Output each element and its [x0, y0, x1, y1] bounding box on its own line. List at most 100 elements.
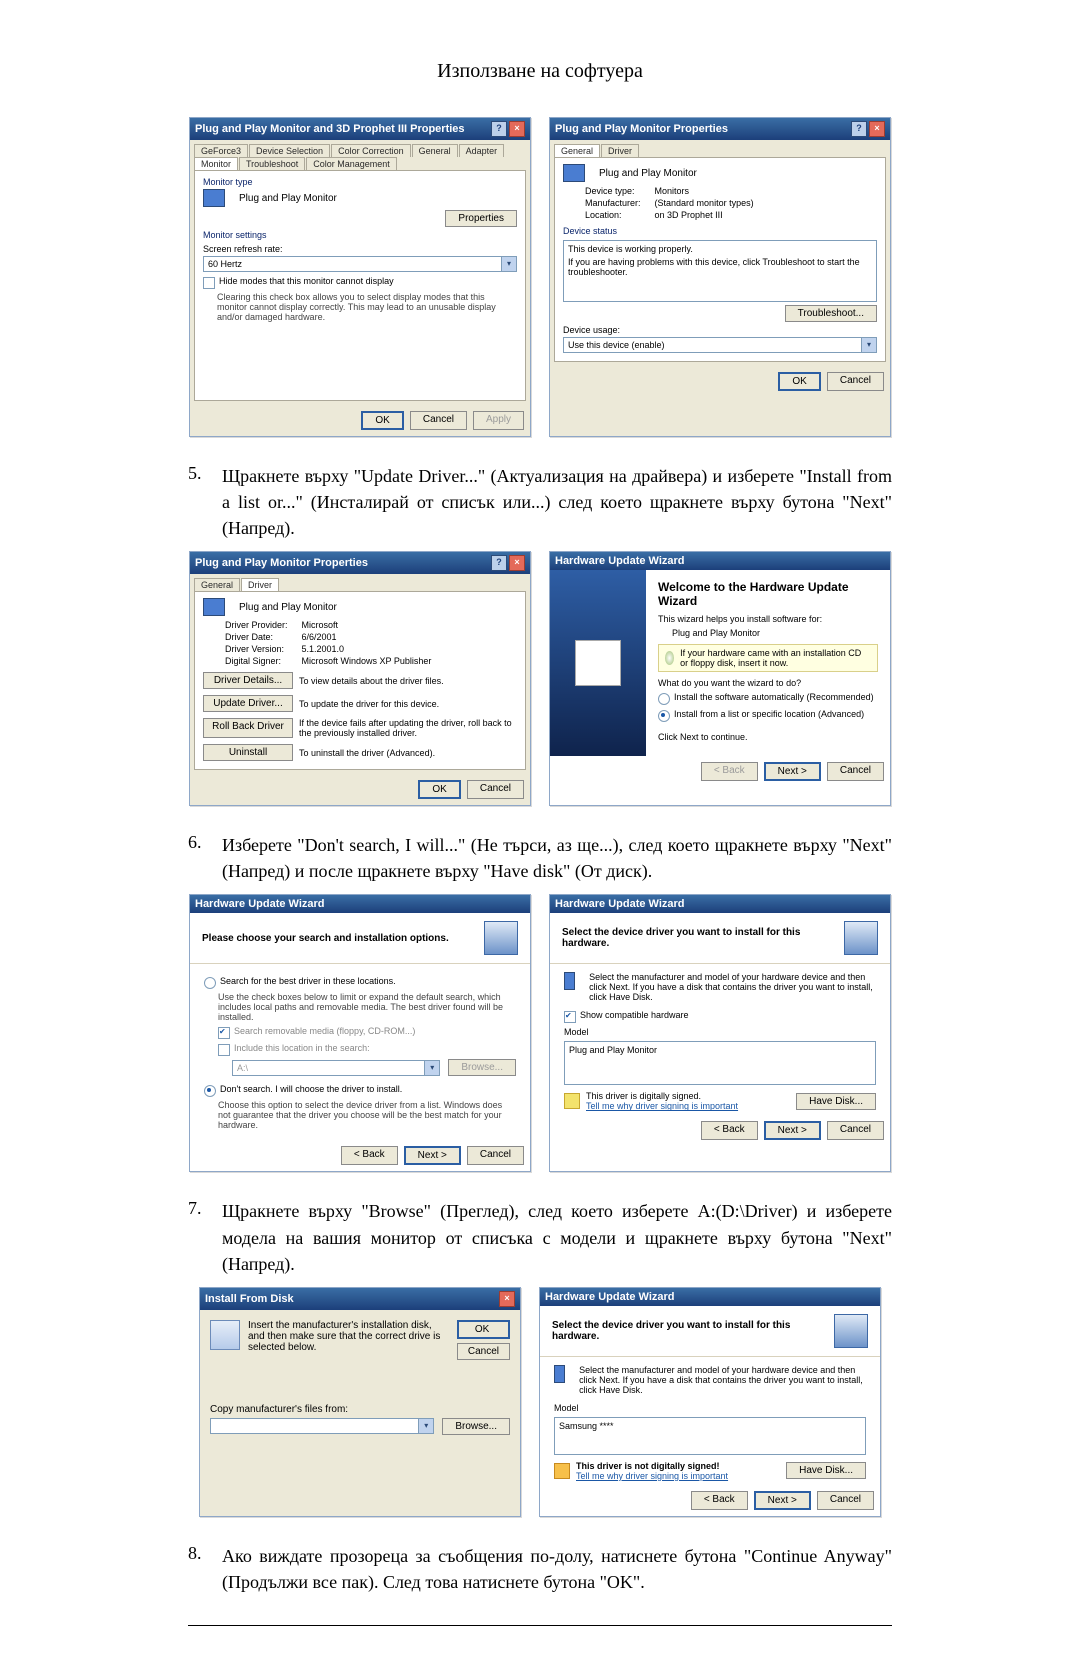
- back-button[interactable]: < Back: [341, 1146, 398, 1165]
- cancel-button[interactable]: Cancel: [410, 411, 467, 430]
- chevron-down-icon[interactable]: ▾: [501, 257, 516, 271]
- radio-list[interactable]: [658, 710, 670, 722]
- properties-button[interactable]: Properties: [445, 210, 517, 227]
- tab-driver[interactable]: Driver: [601, 144, 639, 157]
- back-button[interactable]: < Back: [691, 1491, 748, 1510]
- tab-color-correction[interactable]: Color Correction: [331, 144, 411, 157]
- cancel-button[interactable]: Cancel: [817, 1491, 874, 1510]
- rollback-driver-button[interactable]: Roll Back Driver: [203, 718, 293, 738]
- digital-signer-value: Microsoft Windows XP Publisher: [302, 656, 517, 666]
- device-usage-dropdown[interactable]: Use this device (enable) ▾: [563, 337, 877, 353]
- apply-button[interactable]: Apply: [473, 411, 524, 430]
- help-icon[interactable]: ?: [851, 121, 867, 137]
- close-icon[interactable]: ×: [509, 555, 525, 571]
- radio-auto-label: Install the software automatically (Reco…: [674, 692, 874, 702]
- tab-general[interactable]: General: [412, 144, 458, 157]
- cancel-button[interactable]: Cancel: [457, 1343, 510, 1360]
- chevron-down-icon[interactable]: ▾: [418, 1419, 433, 1433]
- cancel-button[interactable]: Cancel: [467, 780, 524, 799]
- cancel-button[interactable]: Cancel: [827, 372, 884, 391]
- tab-troubleshoot[interactable]: Troubleshoot: [239, 157, 305, 170]
- next-button[interactable]: Next >: [404, 1146, 461, 1165]
- chevron-down-icon[interactable]: ▾: [424, 1061, 439, 1075]
- copy-from-dropdown[interactable]: ▾: [210, 1418, 434, 1434]
- tab-device-selection[interactable]: Device Selection: [249, 144, 330, 157]
- close-icon[interactable]: ×: [499, 1291, 515, 1307]
- not-signed-text: This driver is not digitally signed!: [576, 1461, 780, 1471]
- tab-driver[interactable]: Driver: [241, 578, 279, 591]
- monitor-icon: [564, 972, 575, 990]
- have-disk-button[interactable]: Have Disk...: [786, 1462, 866, 1479]
- tab-geforce3[interactable]: GeForce3: [194, 144, 248, 157]
- step-number: 5.: [188, 463, 222, 541]
- model-item[interactable]: Plug and Play Monitor: [569, 1045, 657, 1055]
- monitor-icon: [203, 189, 225, 207]
- radio-auto[interactable]: [658, 693, 670, 705]
- ok-button[interactable]: OK: [361, 411, 403, 430]
- cancel-button[interactable]: Cancel: [827, 762, 884, 781]
- footer-rule: [188, 1625, 892, 1626]
- ok-button[interactable]: OK: [778, 372, 820, 391]
- uninstall-button[interactable]: Uninstall: [203, 744, 293, 761]
- cb-compatible-label: Show compatible hardware: [580, 1010, 689, 1020]
- model-list[interactable]: Samsung ****: [554, 1417, 866, 1455]
- wizard-title: Hardware Update Wizard: [195, 898, 325, 910]
- model-item[interactable]: Samsung ****: [559, 1421, 614, 1431]
- tab-color-management[interactable]: Color Management: [306, 157, 397, 170]
- browse-button[interactable]: Browse...: [442, 1418, 510, 1435]
- next-button[interactable]: Next >: [754, 1491, 811, 1510]
- signing-link[interactable]: Tell me why driver signing is important: [586, 1101, 790, 1111]
- path-dropdown[interactable]: A:\ ▾: [232, 1060, 440, 1076]
- help-icon[interactable]: ?: [491, 555, 507, 571]
- model-label: Model: [554, 1403, 866, 1413]
- device-type-value: Monitors: [655, 186, 877, 196]
- copy-from-label: Copy manufacturer's files from:: [210, 1404, 510, 1415]
- model-label: Model: [564, 1027, 876, 1037]
- update-driver-button[interactable]: Update Driver...: [203, 695, 293, 712]
- close-icon[interactable]: ×: [869, 121, 885, 137]
- next-button[interactable]: Next >: [764, 1121, 821, 1140]
- ok-button[interactable]: OK: [418, 780, 460, 799]
- refresh-rate-value: 60 Hertz: [204, 258, 501, 270]
- rollback-driver-desc: If the device fails after updating the d…: [299, 718, 517, 738]
- driver-details-button[interactable]: Driver Details...: [203, 672, 293, 689]
- device-name: Plug and Play Monitor: [599, 168, 697, 179]
- model-list[interactable]: Plug and Play Monitor: [564, 1041, 876, 1085]
- troubleshoot-button[interactable]: Troubleshoot...: [785, 305, 877, 322]
- have-disk-button[interactable]: Have Disk...: [796, 1093, 876, 1110]
- dialog-install-from-disk: Install From Disk × Insert the manufactu…: [199, 1287, 521, 1517]
- cancel-button[interactable]: Cancel: [467, 1146, 524, 1165]
- ok-button[interactable]: OK: [457, 1320, 510, 1339]
- group-device-status: Device status: [563, 226, 877, 236]
- chevron-down-icon[interactable]: ▾: [861, 338, 876, 352]
- wizard-desc: Select the manufacturer and model of you…: [579, 1365, 866, 1395]
- radio-dont-search-desc: Choose this option to select the device …: [218, 1100, 516, 1130]
- help-icon[interactable]: ?: [491, 121, 507, 137]
- back-button[interactable]: < Back: [701, 1121, 758, 1140]
- tab-general[interactable]: General: [554, 144, 600, 157]
- warning-icon: [554, 1463, 570, 1479]
- signed-text: This driver is digitally signed.: [586, 1091, 790, 1101]
- tab-monitor[interactable]: Monitor: [194, 157, 238, 170]
- hide-modes-checkbox[interactable]: [203, 277, 215, 289]
- hide-modes-label: Hide modes that this monitor cannot disp…: [219, 276, 394, 286]
- disk-instruction: Insert the manufacturer's installation d…: [248, 1320, 449, 1360]
- cb-include-location[interactable]: [218, 1044, 230, 1056]
- cb-removable[interactable]: [218, 1027, 230, 1039]
- wizard-header-icon: [834, 1314, 868, 1348]
- refresh-rate-dropdown[interactable]: 60 Hertz ▾: [203, 256, 517, 272]
- signing-link[interactable]: Tell me why driver signing is important: [576, 1471, 780, 1481]
- tab-adapter[interactable]: Adapter: [459, 144, 505, 157]
- radio-search[interactable]: [204, 977, 216, 989]
- close-icon[interactable]: ×: [509, 121, 525, 137]
- tab-general[interactable]: General: [194, 578, 240, 591]
- back-button[interactable]: < Back: [701, 762, 758, 781]
- browse-button[interactable]: Browse...: [448, 1059, 516, 1076]
- wizard-continue-text: Click Next to continue.: [658, 732, 878, 742]
- radio-dont-search[interactable]: [204, 1085, 216, 1097]
- next-button[interactable]: Next >: [764, 762, 821, 781]
- wizard-heading: Select the device driver you want to ins…: [552, 1320, 826, 1342]
- cancel-button[interactable]: Cancel: [827, 1121, 884, 1140]
- wizard-intro-1: This wizard helps you install software f…: [658, 614, 878, 624]
- cb-compatible[interactable]: [564, 1011, 576, 1023]
